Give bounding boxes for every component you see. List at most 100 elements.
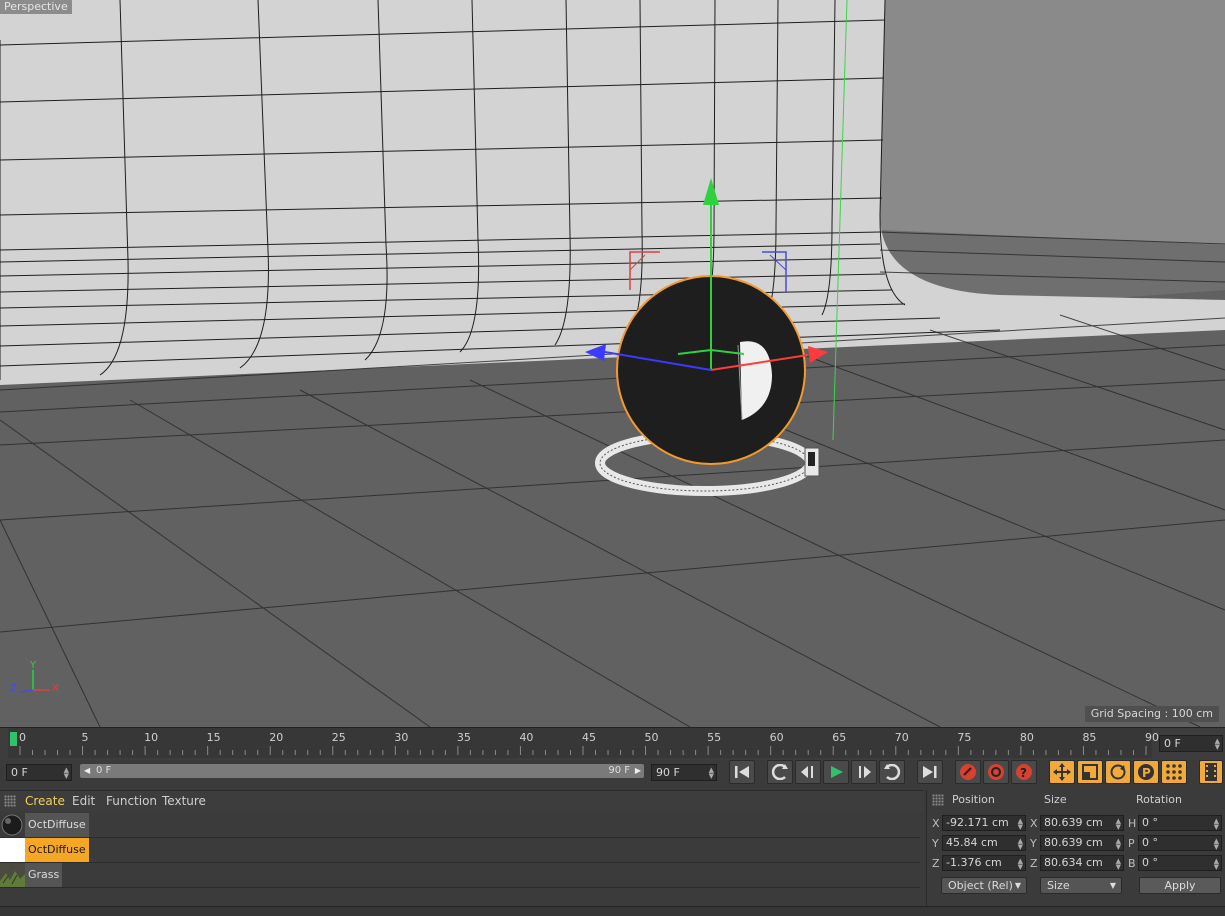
spinner-icon[interactable]: ▲ ▼ (1116, 818, 1121, 831)
menu-texture[interactable]: Texture (162, 794, 206, 808)
coordinate-mode-value: Object (Rel) (948, 879, 1013, 892)
play-button[interactable] (823, 760, 849, 784)
question-icon: ? (1016, 764, 1032, 780)
position-z-field[interactable]: -1.376 cm ▲ ▼ (942, 855, 1026, 871)
preview-range-slider[interactable]: ◀ 0 F 90 F ▶ (80, 764, 644, 778)
ruler-ticks (19, 746, 1147, 755)
range-end-label: 90 F (608, 765, 630, 776)
ruler-number: 80 (1019, 731, 1034, 744)
size-mode-value: Size (1047, 879, 1070, 892)
autokey-icon (988, 764, 1004, 780)
size-header: Size (1044, 793, 1067, 806)
material-row[interactable]: OctDiffuse (0, 813, 920, 838)
rotation-b-value: 0 ° (1142, 856, 1158, 869)
status-bar (0, 906, 1225, 916)
rotation-p-field[interactable]: 0 ° ▲ ▼ (1138, 835, 1222, 851)
range-left-arrow-icon[interactable]: ◀ (84, 764, 90, 778)
scale-key-button[interactable] (1077, 760, 1103, 784)
ruler-number: 40 (519, 731, 534, 744)
grid-spacing-readout: Grid Spacing : 100 cm (1084, 706, 1219, 722)
size-z-field[interactable]: 80.634 cm ▲ ▼ (1040, 855, 1124, 871)
timeline[interactable]: 0 5 10 15 20 25 30 35 40 45 50 55 60 65 70 75 80 85 90 0 F… (0, 727, 1225, 760)
end-frame-field[interactable]: 90 F ▲ ▼ (651, 764, 717, 781)
next-frame-button[interactable] (851, 760, 877, 784)
spinner-icon[interactable]: ▲ ▼ (1018, 838, 1023, 851)
next-frame-icon (859, 766, 871, 778)
parameter-key-button[interactable]: P (1133, 760, 1159, 784)
panel-grip-icon[interactable] (932, 794, 944, 806)
ruler-number: 75 (957, 731, 972, 744)
material-name-selected[interactable]: OctDiffuse (25, 838, 89, 862)
spinner-icon[interactable]: ▲ ▼ (1214, 838, 1219, 851)
material-name[interactable]: OctDiffuse (25, 813, 89, 837)
current-frame-marker[interactable] (10, 732, 17, 746)
ruler-number: 35 (456, 731, 471, 744)
previous-key-button[interactable] (767, 760, 793, 784)
rotation-h-field[interactable]: 0 ° ▲ ▼ (1138, 815, 1222, 831)
previous-frame-button[interactable] (795, 760, 821, 784)
current-frame-field[interactable]: 0 F ▲ ▼ (1159, 735, 1223, 752)
next-key-icon (884, 764, 901, 780)
viewport-label[interactable]: Perspective (0, 0, 72, 14)
menu-edit[interactable]: Edit (72, 794, 95, 808)
autokey-button[interactable] (983, 760, 1009, 784)
axis-x-label: X (52, 683, 59, 694)
timeline-ruler[interactable]: 0 5 10 15 20 25 30 35 40 45 50 55 60 65 70 75 80 85 90 (8, 728, 1159, 758)
ruler-number: 65 (832, 731, 847, 744)
apply-button[interactable]: Apply (1139, 877, 1221, 894)
keyframe-selection-button[interactable]: ? (1011, 760, 1037, 784)
3d-viewport[interactable]: Perspective Y Z X Grid Spacing : 100 cm (0, 0, 1225, 727)
chevron-down-icon: ▼ (1109, 881, 1116, 890)
spinner-icon[interactable]: ▲ ▼ (1116, 838, 1121, 851)
timeline-scheme-button[interactable] (1199, 760, 1223, 784)
rotation-h-value: 0 ° (1142, 816, 1158, 829)
ruler-number: 10 (144, 731, 159, 744)
spinner-icon[interactable]: ▲ ▼ (1214, 818, 1219, 831)
rotation-b-field[interactable]: 0 ° ▲ ▼ (1138, 855, 1222, 871)
start-frame-field[interactable]: 0 F ▲ ▼ (6, 764, 72, 781)
menu-function[interactable]: Function (106, 794, 157, 808)
coordinate-mode-dropdown[interactable]: Object (Rel) ▼ (941, 877, 1027, 894)
go-to-start-icon (735, 766, 749, 778)
ruler-number: 30 (394, 731, 409, 744)
grass-icon[interactable] (0, 863, 25, 887)
material-row[interactable]: Grass (0, 863, 920, 888)
position-y-field[interactable]: 45.84 cm ▲ ▼ (942, 835, 1026, 851)
current-frame-value: 0 F (1164, 737, 1181, 750)
go-to-end-button[interactable] (917, 760, 943, 784)
spinner-icon[interactable]: ▲ ▼ (1018, 818, 1023, 831)
record-button[interactable] (955, 760, 981, 784)
position-x-field[interactable]: -92.171 cm ▲ ▼ (942, 815, 1026, 831)
spinner-icon[interactable]: ▲ ▼ (1215, 738, 1220, 751)
spinner-icon[interactable]: ▲ ▼ (1116, 858, 1121, 871)
point-level-animation-button[interactable] (1161, 760, 1187, 784)
menu-create[interactable]: Create (25, 794, 65, 808)
previous-key-icon (771, 764, 788, 780)
material-name[interactable]: Grass (25, 863, 63, 887)
points-grid-icon (1166, 764, 1182, 780)
size-x-field[interactable]: 80.639 cm ▲ ▼ (1040, 815, 1124, 831)
viewport-scene[interactable] (0, 0, 1225, 727)
ruler-number: 0 (19, 731, 26, 744)
next-key-button[interactable] (879, 760, 905, 784)
size-mode-dropdown[interactable]: Size ▼ (1040, 877, 1122, 894)
go-to-start-button[interactable] (729, 760, 755, 784)
panel-grip-icon[interactable] (4, 795, 16, 807)
dark-sphere-icon[interactable] (0, 813, 25, 837)
spinner-icon[interactable]: ▲ ▼ (1018, 858, 1023, 871)
spinner-icon[interactable]: ▲ ▼ (64, 767, 69, 780)
record-icon (960, 764, 976, 780)
size-y-field[interactable]: 80.639 cm ▲ ▼ (1040, 835, 1124, 851)
film-strip-icon (1205, 763, 1217, 781)
range-right-arrow-icon[interactable]: ▶ (635, 764, 641, 778)
move-key-button[interactable] (1049, 760, 1075, 784)
rotate-key-button[interactable] (1105, 760, 1131, 784)
white-swatch-icon[interactable] (0, 838, 25, 862)
size-x-label: X (1030, 817, 1038, 830)
rot-p-label: P (1128, 837, 1135, 850)
spinner-icon[interactable]: ▲ ▼ (1214, 858, 1219, 871)
ruler-number: 70 (894, 731, 909, 744)
material-row[interactable]: OctDiffuse (0, 838, 920, 863)
end-frame-value: 90 F (656, 766, 680, 779)
spinner-icon[interactable]: ▲ ▼ (709, 767, 714, 780)
